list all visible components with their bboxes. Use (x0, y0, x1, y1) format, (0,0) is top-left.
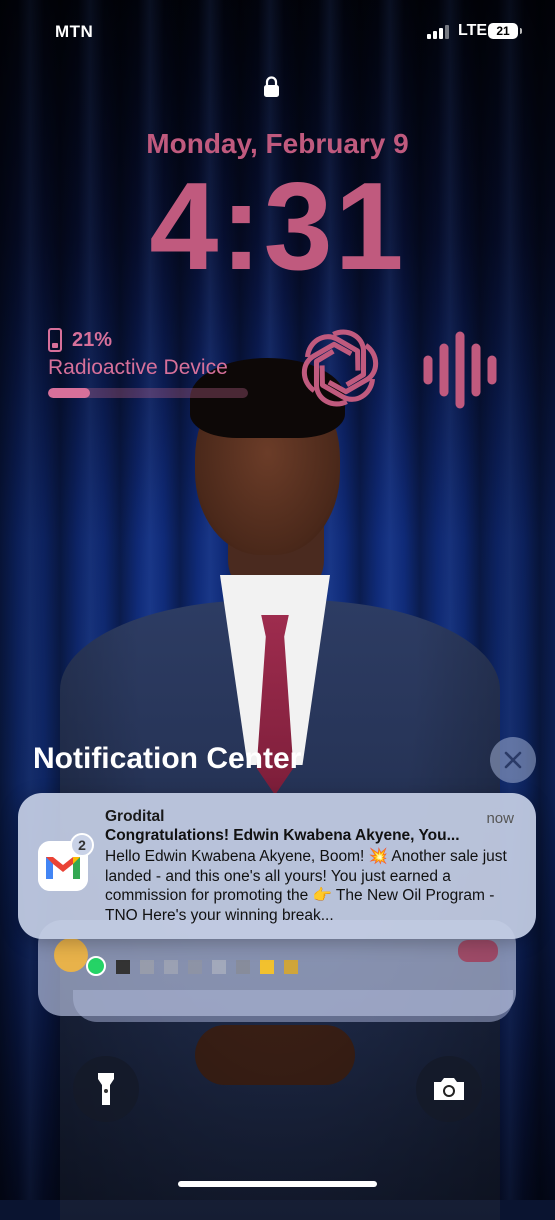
lock-date: Monday, February 9 (146, 128, 409, 159)
carrier-name: MTN (55, 22, 94, 41)
flashlight-button[interactable] (73, 1056, 139, 1122)
device-name: Radioactive Device (48, 356, 228, 379)
battery-percent: 21% (72, 328, 113, 351)
flashlight-icon (98, 1073, 114, 1105)
notification-body: Hello Edwin Kwabena Akyene, Boom! 💥 Anot… (105, 848, 507, 924)
home-indicator[interactable] (178, 1181, 377, 1187)
notification-title: Congratulations! Edwin Kwabena Akyene, Y… (105, 827, 460, 844)
camera-icon (434, 1078, 464, 1100)
close-icon[interactable] (490, 737, 536, 783)
lock-time: 4:31 (149, 158, 406, 296)
notification-sender: Grodital (105, 808, 165, 825)
battery-progress-bar (48, 388, 248, 398)
emoji-avatar-icon (54, 938, 88, 972)
battery-widget[interactable]: 21% Radioactive Device (48, 328, 258, 398)
lock-icon (264, 76, 279, 97)
blurred-preview (116, 960, 298, 974)
notification-time: now (486, 810, 514, 827)
phone-icon (48, 328, 62, 352)
openai-icon[interactable] (298, 326, 382, 410)
network-type: LTE (458, 22, 488, 39)
camera-button[interactable] (416, 1056, 482, 1122)
whatsapp-icon (86, 956, 106, 976)
gmail-notification[interactable]: 2 Grodital now Congratulations! Edwin Kw… (18, 793, 536, 939)
battery-progress-fill (48, 388, 90, 398)
reaction-icon (458, 940, 498, 962)
signal-icon (427, 25, 449, 39)
notification-center-title: Notification Center (33, 742, 302, 775)
sound-wave-icon[interactable] (422, 330, 504, 410)
status-bar: MTN LTE 21 (0, 22, 555, 44)
notification-count-badge: 2 (70, 833, 94, 857)
battery-icon: 21 (488, 23, 522, 39)
